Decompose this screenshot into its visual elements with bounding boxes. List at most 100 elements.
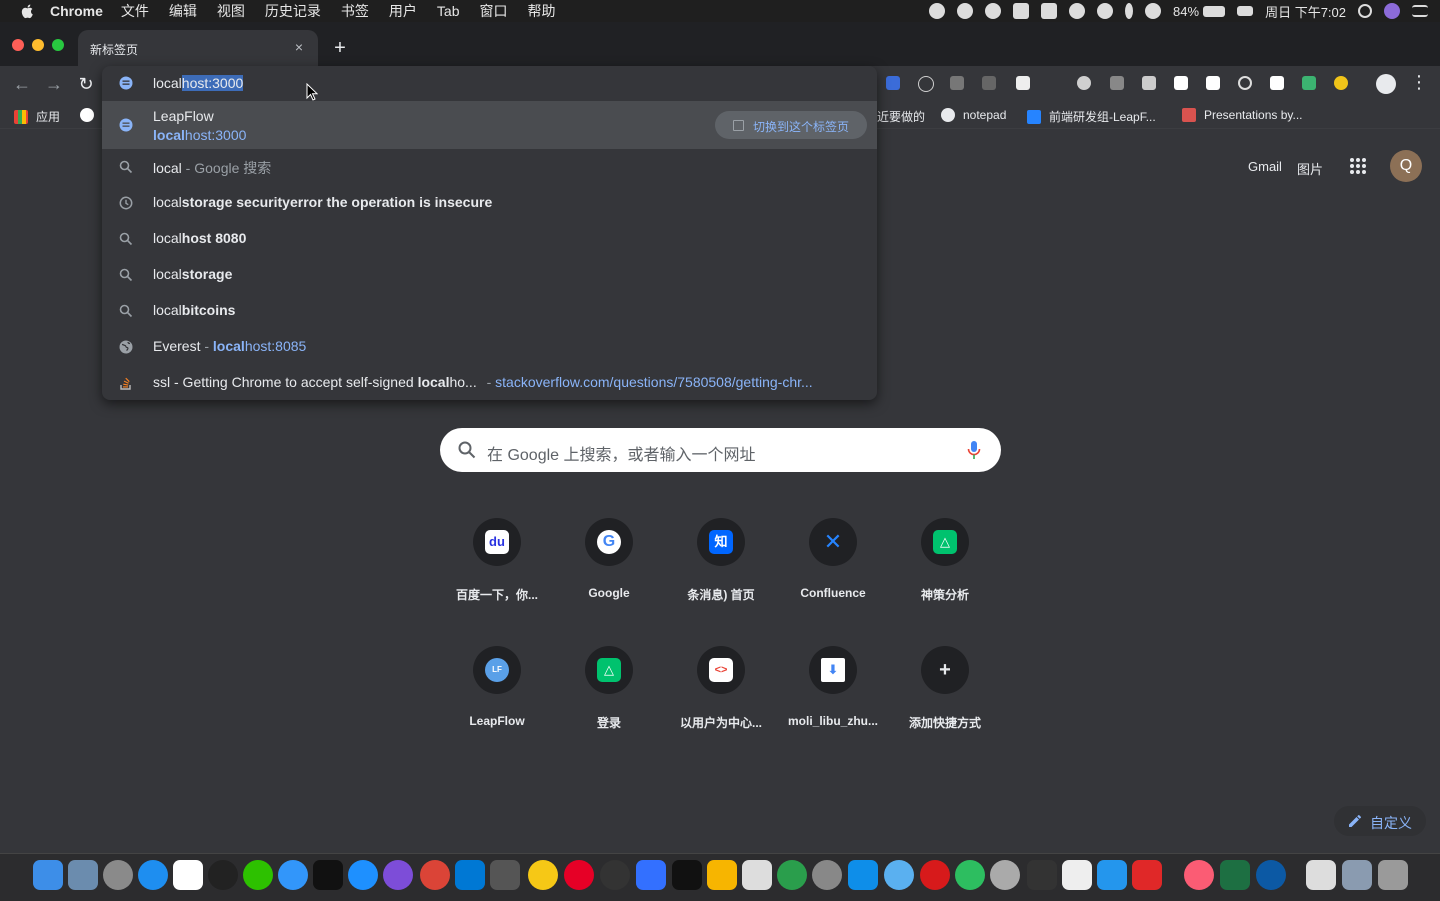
wechat-icon[interactable] [243, 860, 273, 890]
docker-icon[interactable] [1097, 860, 1127, 890]
menu-history[interactable]: 历史记录 [265, 1, 321, 21]
input-source-icon[interactable] [1237, 6, 1254, 16]
microphone-icon[interactable] [967, 440, 981, 460]
menu-help[interactable]: 帮助 [527, 1, 555, 21]
extension-y-icon[interactable] [1334, 76, 1348, 90]
feishu-icon[interactable] [636, 860, 666, 890]
dev-tool-icon[interactable] [528, 860, 558, 890]
preview-icon[interactable] [68, 860, 98, 890]
dingtalk-icon[interactable] [1041, 3, 1058, 19]
shortcut-user-centered[interactable]: <> 以用户为中心... [665, 646, 777, 731]
youdao-dict-icon[interactable] [1132, 860, 1162, 890]
bookmark-recent-todo[interactable]: 近要做的 [877, 108, 925, 125]
shortcut-leapflow[interactable]: LF LeapFlow [441, 646, 553, 728]
reload-button[interactable]: ↻ [76, 74, 96, 94]
weibo-icon[interactable] [957, 3, 974, 19]
downloads-stack-icon[interactable] [1306, 860, 1336, 890]
documents-stack-icon[interactable] [1342, 860, 1372, 890]
extension-camera-icon[interactable] [1142, 76, 1156, 90]
itunes-icon[interactable] [1184, 860, 1214, 890]
trash-icon[interactable] [1378, 860, 1408, 890]
customize-button[interactable]: 自定义 [1334, 806, 1426, 836]
send-icon[interactable] [1013, 3, 1030, 19]
network-icon[interactable] [990, 860, 1020, 890]
teamviewer-icon[interactable] [848, 860, 878, 890]
chrome-menu-icon[interactable]: ⋮ [1410, 72, 1428, 96]
activity-monitor-icon[interactable] [672, 860, 702, 890]
record-icon[interactable] [929, 3, 946, 19]
suggestion-everest[interactable]: Everest - localhost:8085 [102, 329, 877, 365]
menu-edit[interactable]: 编辑 [169, 1, 197, 21]
bookmark-apps[interactable]: 应用 [14, 108, 60, 125]
extension-shield-icon[interactable] [1110, 76, 1124, 90]
siri-icon[interactable] [1384, 3, 1400, 19]
shortcut-moli-libu[interactable]: ⬇ moli_libu_zhu... [777, 646, 889, 728]
sourcetree-icon[interactable] [777, 860, 807, 890]
extension-react-icon[interactable] [918, 76, 934, 92]
menu-bookmarks[interactable]: 书签 [341, 1, 369, 21]
extension-pen-icon[interactable] [1016, 76, 1030, 90]
suggestion-search[interactable]: localhost 8080 [102, 221, 877, 257]
clock[interactable]: 周日 下午7:02 [1265, 2, 1346, 21]
spotlight-icon[interactable] [1358, 4, 1372, 18]
notification-center-icon[interactable] [1412, 5, 1428, 17]
netease-music-icon[interactable] [564, 860, 594, 890]
sketch-icon[interactable] [707, 860, 737, 890]
images-link[interactable]: 图片 [1297, 159, 1323, 178]
shortcut-sensors-analytics[interactable]: △ 神策分析 [889, 518, 1001, 603]
gmail-link[interactable]: Gmail [1248, 159, 1282, 174]
suggestion-search[interactable]: localstorage [102, 257, 877, 293]
google-apps-icon[interactable] [1350, 158, 1366, 174]
chrome-icon[interactable] [420, 860, 450, 890]
close-window-button[interactable] [12, 39, 24, 51]
extension-ruler-icon[interactable] [886, 76, 900, 90]
mail-icon[interactable] [884, 860, 914, 890]
bluetooth-icon[interactable] [1125, 3, 1134, 19]
dingtalk-icon[interactable] [278, 860, 308, 890]
suggestion-stackoverflow[interactable]: ssl - Getting Chrome to accept self-sign… [102, 365, 877, 401]
shortcut-google[interactable]: G Google [553, 518, 665, 600]
battery-icon[interactable] [1203, 5, 1226, 17]
cloud-icon[interactable] [985, 3, 1002, 19]
extension-notes-icon[interactable] [1174, 76, 1188, 90]
vpn-icon[interactable] [1097, 3, 1114, 19]
bookmark-notepad[interactable]: notepad [941, 108, 1006, 122]
menu-chrome[interactable]: Chrome [50, 3, 103, 19]
alfred-icon[interactable] [600, 860, 630, 890]
minimize-window-button[interactable] [32, 39, 44, 51]
extension-rp-icon[interactable] [950, 76, 964, 90]
launchpad-icon[interactable] [103, 860, 133, 890]
shortcut-zhihu[interactable]: 知 条消息) 首页 [665, 518, 777, 603]
evernote-icon[interactable] [955, 860, 985, 890]
tab-new-tab[interactable]: 新标签页 × [78, 30, 318, 66]
shortcut-baidu[interactable]: du 百度一下，你... [441, 518, 553, 603]
extension-target-icon[interactable] [1238, 76, 1252, 90]
menu-window[interactable]: 窗口 [479, 1, 507, 21]
calendar-icon[interactable] [173, 860, 203, 890]
menu-view[interactable]: 视图 [217, 1, 245, 21]
youdao-icon[interactable] [920, 860, 950, 890]
extension-ball-icon[interactable] [1077, 76, 1091, 90]
wifi-icon[interactable] [1145, 3, 1162, 19]
switch-to-tab-button[interactable]: 切换到这个标签页 [715, 111, 867, 139]
extension-toggle-icon[interactable] [1206, 76, 1220, 90]
bookmark-confluence[interactable]: 前端研发组-LeapF... [1027, 108, 1156, 125]
suggestion-leapflow[interactable]: LeapFlow localhost:3000 切换到这个标签页 [102, 101, 877, 149]
tab-close-icon[interactable]: × [290, 38, 308, 56]
menu-people[interactable]: 用户 [389, 1, 417, 21]
finder-icon[interactable] [33, 860, 63, 890]
safari-icon[interactable] [348, 860, 378, 890]
excel-icon[interactable] [1220, 860, 1250, 890]
edge-icon[interactable] [1256, 860, 1286, 890]
forward-button[interactable]: → [44, 74, 64, 94]
shortcut-add[interactable]: + 添加快捷方式 [889, 646, 1001, 731]
extension-tree-icon[interactable] [982, 76, 996, 90]
inkscape-icon[interactable] [1062, 860, 1092, 890]
code-editor-icon[interactable] [1027, 860, 1057, 890]
terminal-icon[interactable] [313, 860, 343, 890]
back-button[interactable]: ← [12, 74, 32, 94]
extension-square-icon[interactable] [1270, 76, 1284, 90]
system-preferences-icon[interactable] [812, 860, 842, 890]
suggestion-google-search[interactable]: local - Google 搜索 [102, 149, 877, 185]
paw-icon[interactable] [383, 860, 413, 890]
